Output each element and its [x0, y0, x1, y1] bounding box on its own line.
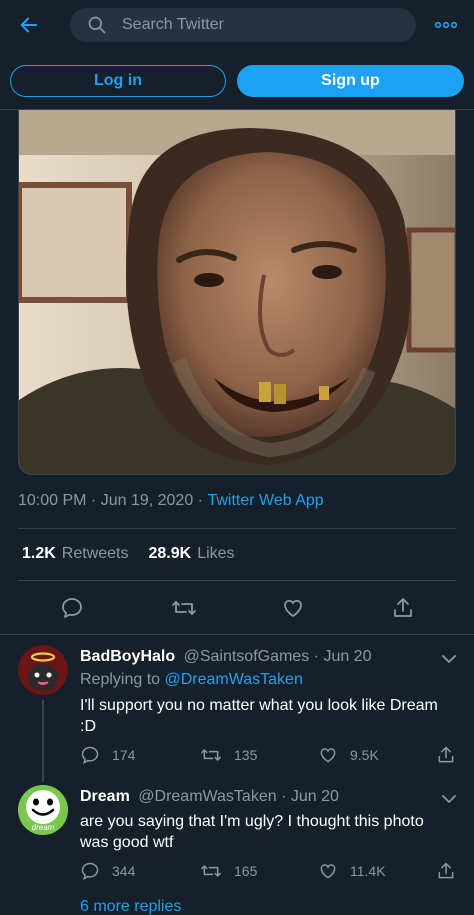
- divider: [18, 580, 456, 581]
- tweet-timestamp: 10:00 PM · Jun 19, 2020 · Twitter Web Ap…: [18, 492, 324, 510]
- reply-date[interactable]: Jun 20: [323, 648, 371, 665]
- top-bar: Search Twitter: [0, 0, 474, 50]
- retweets-stat[interactable]: 1.2K Retweets: [22, 545, 129, 563]
- share-icon[interactable]: [436, 860, 468, 882]
- search-icon: [86, 14, 108, 36]
- like-button[interactable]: 9.5K: [318, 744, 379, 766]
- chevron-down-icon[interactable]: [440, 650, 458, 668]
- divider: [0, 634, 474, 635]
- tweet-date[interactable]: Jun 19, 2020: [101, 492, 194, 510]
- reply-date[interactable]: Jun 20: [291, 788, 339, 805]
- retweet-button[interactable]: 135: [200, 744, 257, 766]
- reply-text: I'll support you no matter what you look…: [80, 697, 438, 735]
- tweet-photo[interactable]: [18, 110, 456, 475]
- login-button[interactable]: Log in: [10, 65, 226, 97]
- display-name[interactable]: BadBoyHalo: [80, 648, 175, 665]
- reply-actions: 174 135 9.5K: [80, 744, 460, 766]
- retweet-button[interactable]: 165: [200, 860, 257, 882]
- tweet-time[interactable]: 10:00 PM: [18, 492, 86, 510]
- handle[interactable]: @SaintsofGames: [184, 648, 310, 665]
- reply-header: BadBoyHalo @SaintsofGames · Jun 20: [80, 648, 372, 665]
- reply-actions: 344 165 11.4K: [80, 860, 460, 882]
- tweet-actions: [0, 594, 474, 624]
- share-icon[interactable]: [436, 744, 468, 766]
- likes-stat[interactable]: 28.9K Likes: [149, 545, 235, 563]
- avatar[interactable]: [18, 645, 68, 695]
- search-placeholder: Search Twitter: [122, 16, 224, 33]
- divider: [18, 528, 456, 529]
- chevron-down-icon[interactable]: [440, 790, 458, 808]
- tweet-stats: 1.2K Retweets 28.9K Likes: [22, 545, 235, 563]
- reply-button[interactable]: 174: [80, 744, 135, 766]
- signup-button[interactable]: Sign up: [237, 65, 464, 97]
- tweet-source[interactable]: Twitter Web App: [207, 492, 323, 510]
- like-button[interactable]: 11.4K: [318, 860, 386, 882]
- reply-header: Dream @DreamWasTaken · Jun 20: [80, 788, 339, 805]
- reply-button[interactable]: 344: [80, 860, 135, 882]
- avatar-label: dream: [32, 823, 55, 832]
- replying-to-handle[interactable]: @DreamWasTaken: [165, 671, 303, 688]
- more-dots-icon[interactable]: [432, 14, 460, 36]
- handle[interactable]: @DreamWasTaken: [138, 788, 276, 805]
- avatar[interactable]: dream: [18, 785, 68, 835]
- retweet-icon[interactable]: [170, 594, 198, 622]
- replying-to: Replying to @DreamWasTaken: [80, 671, 303, 688]
- search-input[interactable]: Search Twitter: [70, 8, 416, 42]
- thread-line: [42, 700, 44, 782]
- arrow-left-icon[interactable]: [14, 10, 44, 40]
- more-replies-link[interactable]: 6 more replies: [80, 898, 181, 915]
- display-name[interactable]: Dream: [80, 788, 130, 805]
- reply-text: are you saying that I'm ugly? I thought …: [80, 813, 424, 851]
- reply-icon[interactable]: [58, 594, 86, 622]
- like-icon[interactable]: [279, 594, 307, 622]
- share-icon[interactable]: [389, 594, 417, 622]
